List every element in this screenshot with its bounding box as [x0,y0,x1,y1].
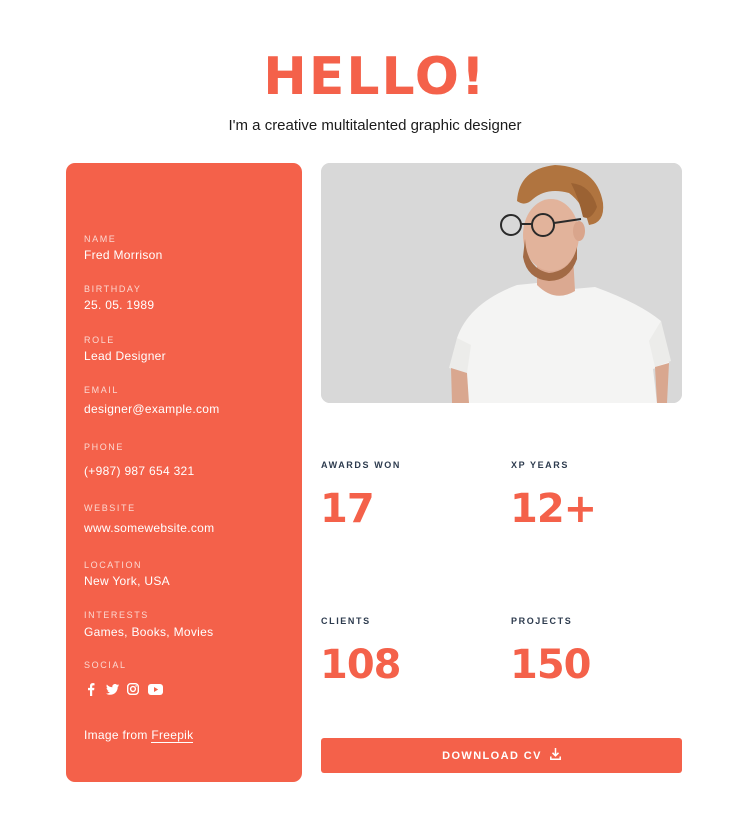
role-label: ROLE [84,335,115,345]
download-icon [549,748,561,763]
image-credit: Image from Freepik [84,728,194,743]
email-label: EMAIL [84,385,120,395]
page-subtitle: I'm a creative multitalented graphic des… [228,117,522,134]
interests-value: Games, Books, Movies [84,625,214,639]
page-title: HELLO! [263,47,487,107]
xp-value: 12+ [510,486,597,532]
facebook-icon[interactable] [84,682,98,696]
projects-value: 150 [510,642,591,688]
xp-label: XP YEARS [511,460,569,470]
profile-photo [321,163,682,403]
projects-label: PROJECTS [511,616,573,626]
website-label: WEBSITE [84,503,136,513]
location-value: New York, USA [84,574,170,588]
instagram-icon[interactable] [126,682,140,696]
interests-label: INTERESTS [84,610,149,620]
awards-label: AWARDS WON [321,460,401,470]
name-value: Fred Morrison [84,248,163,262]
designer-portrait-image [321,163,682,403]
twitter-icon[interactable] [105,682,119,696]
email-value[interactable]: designer@example.com [84,402,220,416]
social-links [84,682,163,696]
download-cv-label: DOWNLOAD CV [442,749,542,762]
phone-label: PHONE [84,442,125,452]
awards-value: 17 [320,486,375,532]
role-value: Lead Designer [84,349,166,363]
social-label: SOCIAL [84,660,127,670]
website-value[interactable]: www.somewebsite.com [84,521,214,535]
birthday-value: 25. 05. 1989 [84,298,155,312]
credit-prefix: Image from [84,728,148,742]
download-cv-button[interactable]: DOWNLOAD CV [321,738,682,773]
location-label: LOCATION [84,560,143,570]
clients-value: 108 [320,642,401,688]
freepik-link[interactable]: Freepik [151,728,194,743]
profile-card: NAME Fred Morrison BIRTHDAY 25. 05. 1989… [66,163,302,782]
youtube-icon[interactable] [147,682,163,696]
birthday-label: BIRTHDAY [84,284,142,294]
phone-value[interactable]: (+987) 987 654 321 [84,464,195,478]
name-label: NAME [84,234,117,244]
clients-label: CLIENTS [321,616,371,626]
